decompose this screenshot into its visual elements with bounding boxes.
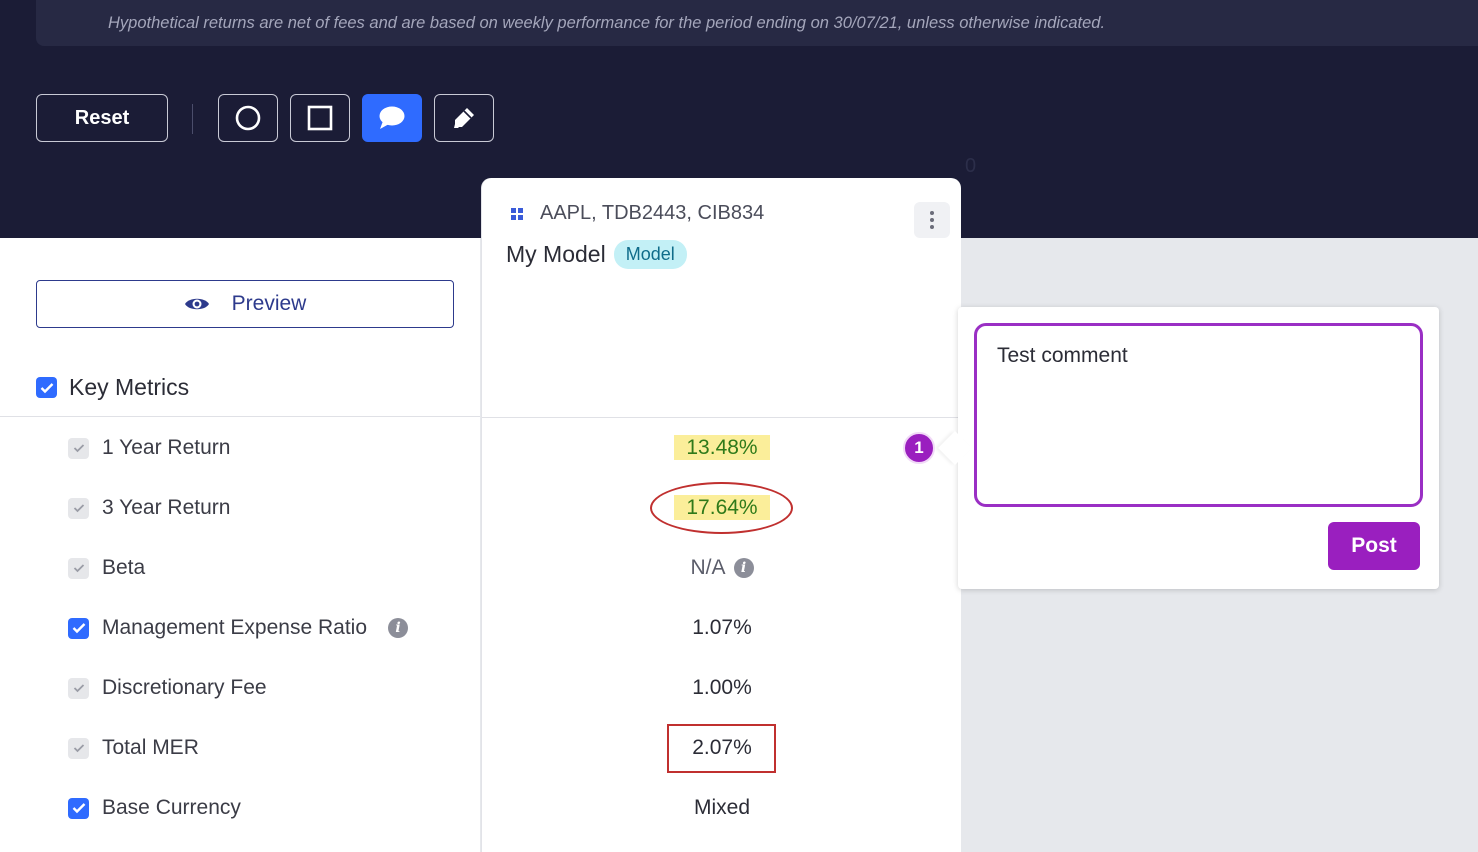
- model-badge: Model: [613, 240, 687, 269]
- card-title: My Model: [506, 241, 606, 267]
- metric-row-base-currency[interactable]: Base Currency: [68, 793, 241, 823]
- value-beta: N/A i: [482, 556, 962, 580]
- metric-row-1-year-return[interactable]: 1 Year Return: [68, 433, 230, 463]
- metric-label: Base Currency: [102, 796, 241, 819]
- metric-label: Discretionary Fee: [102, 676, 267, 699]
- divider: [0, 416, 480, 417]
- highlighter-pen-icon: [454, 108, 474, 128]
- comment-input[interactable]: Test comment: [974, 323, 1423, 507]
- comment-tool-button[interactable]: [362, 94, 422, 142]
- info-icon[interactable]: i: [733, 558, 754, 578]
- preview-button[interactable]: Preview: [36, 280, 454, 328]
- metric-label: Management Expense Ratio: [102, 616, 367, 639]
- card-header: My Model Model: [506, 240, 687, 269]
- rectangle-annotation[interactable]: [667, 724, 776, 773]
- stray-label: 0: [965, 155, 977, 177]
- circle-annotation[interactable]: [650, 482, 793, 534]
- checkmark-icon: [73, 684, 84, 693]
- kebab-dot: [930, 225, 934, 229]
- metrics-sidebar: Preview Key Metrics 1 Year Return 3 Year…: [0, 238, 480, 852]
- checkmark-icon: [73, 744, 84, 753]
- card-tickers: AAPL, TDB2443, CIB834: [510, 202, 764, 225]
- toolbar-separator: [192, 104, 193, 134]
- metric-row-mer[interactable]: Management Expense Ratio i: [68, 613, 408, 643]
- checkmark-icon: [73, 444, 84, 453]
- value-text: N/A: [690, 556, 726, 579]
- key-metrics-label: Key Metrics: [69, 374, 190, 400]
- highlighted-value: 13.48%: [674, 435, 770, 460]
- metric-checkbox[interactable]: [68, 437, 89, 459]
- info-icon[interactable]: i: [388, 618, 408, 638]
- metric-checkbox[interactable]: [68, 797, 89, 819]
- metric-row-beta[interactable]: Beta: [68, 553, 145, 583]
- comment-marker[interactable]: 1: [903, 432, 935, 464]
- disclaimer-text: Hypothetical returns are net of fees and…: [108, 14, 1106, 32]
- checkmark-icon: [72, 623, 85, 634]
- checkmark-icon: [40, 382, 53, 393]
- tickers-text: AAPL, TDB2443, CIB834: [540, 202, 765, 224]
- kebab-dot: [930, 218, 934, 222]
- value-1-year-return: 13.48%: [482, 435, 962, 460]
- metric-label: Beta: [102, 556, 146, 579]
- metric-checkbox[interactable]: [68, 497, 89, 519]
- checkmark-icon: [73, 504, 84, 513]
- rectangle-tool-button[interactable]: [290, 94, 350, 142]
- value-mer: 1.07%: [692, 616, 752, 639]
- highlighter-tool-button[interactable]: [434, 94, 494, 142]
- drag-handle-icon[interactable]: [510, 207, 524, 221]
- kebab-dot: [930, 211, 934, 215]
- key-metrics-toggle[interactable]: Key Metrics: [36, 374, 189, 401]
- metric-label: 1 Year Return: [102, 436, 231, 459]
- more-options-button[interactable]: [914, 202, 950, 238]
- circle-outline-icon: [235, 105, 261, 131]
- checkmark-icon: [72, 803, 85, 814]
- value-base-currency: Mixed: [693, 796, 751, 819]
- metric-checkbox[interactable]: [68, 557, 89, 579]
- speech-bubble-icon: [379, 106, 405, 129]
- metric-row-discretionary-fee[interactable]: Discretionary Fee: [68, 673, 267, 703]
- metric-label: 3 Year Return: [102, 496, 231, 519]
- metric-label: Total MER: [102, 736, 199, 759]
- metric-row-3-year-return[interactable]: 3 Year Return: [68, 493, 230, 523]
- circle-tool-button[interactable]: [218, 94, 278, 142]
- checkmark-icon: [73, 564, 84, 573]
- value-discretionary-fee: 1.00%: [692, 676, 752, 699]
- preview-label: Preview: [231, 292, 307, 315]
- divider: [482, 417, 962, 418]
- metric-checkbox[interactable]: [68, 737, 89, 759]
- reset-button[interactable]: Reset: [36, 94, 168, 142]
- comment-popup: Test comment Post: [958, 307, 1439, 589]
- key-metrics-checkbox[interactable]: [36, 377, 57, 398]
- eye-icon: [184, 298, 209, 310]
- square-outline-icon: [307, 105, 333, 131]
- metric-row-total-mer[interactable]: Total MER: [68, 733, 199, 763]
- post-button[interactable]: Post: [1328, 522, 1420, 570]
- metric-checkbox[interactable]: [68, 677, 89, 699]
- metric-checkbox[interactable]: [68, 617, 89, 639]
